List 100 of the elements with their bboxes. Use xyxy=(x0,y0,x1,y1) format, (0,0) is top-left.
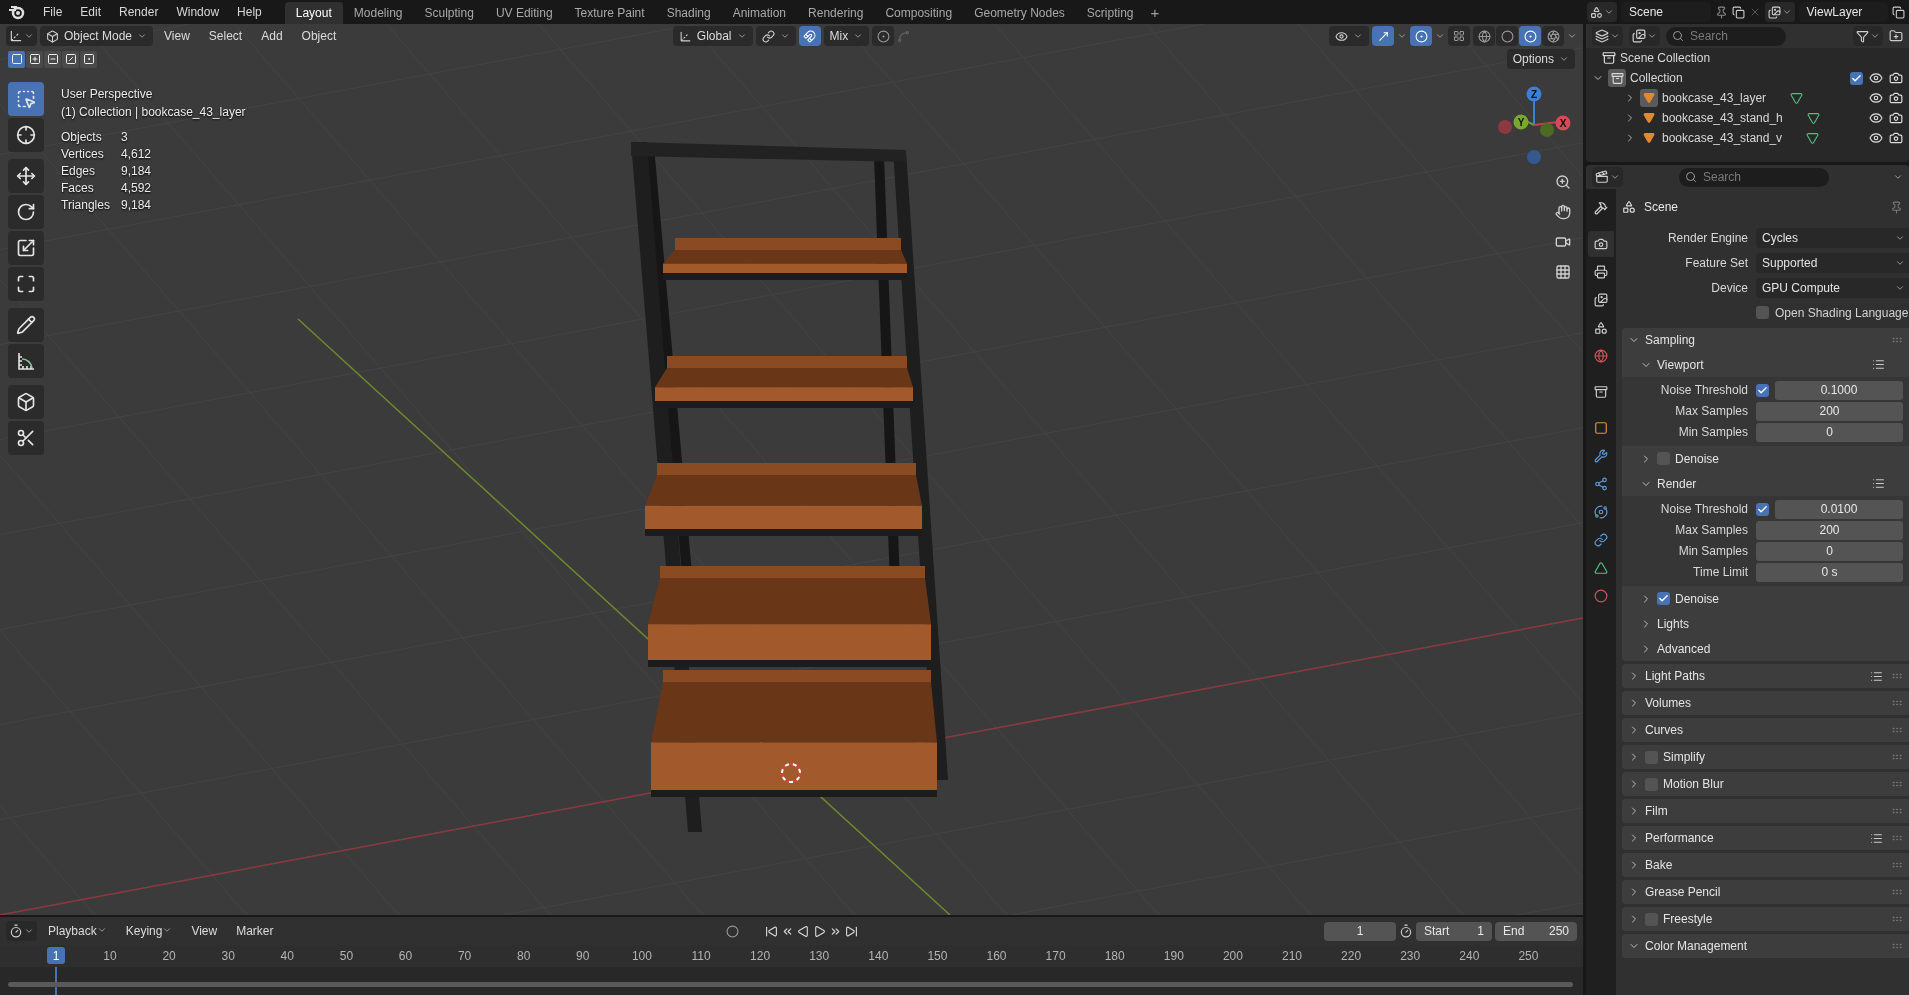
options-dropdown[interactable]: Options xyxy=(1506,49,1575,69)
menu-item[interactable]: Edit xyxy=(71,2,111,22)
field-label: Noise Threshold xyxy=(1659,502,1748,516)
frame-tick: 40 xyxy=(280,949,294,963)
workspace-tab[interactable]: Compositing xyxy=(874,2,964,24)
menu-item[interactable]: View xyxy=(156,26,198,46)
frame-tick: 20 xyxy=(162,949,176,963)
field-label: Max Samples xyxy=(1674,404,1748,418)
z-axis-label: Z xyxy=(1530,89,1538,100)
number-field[interactable]: 0 xyxy=(1756,422,1903,442)
field-label: Render Engine xyxy=(1666,230,1748,245)
outliner-row[interactable]: bookcase_43_layer xyxy=(1586,88,1909,108)
frame-tick: 10 xyxy=(103,949,117,963)
number-field[interactable]: 0 xyxy=(1756,541,1903,561)
add-workspace-button[interactable]: + xyxy=(1144,3,1166,21)
workspace-tab[interactable]: Sculpting xyxy=(413,2,485,24)
menu-item[interactable]: Keying xyxy=(117,921,181,941)
subpanel-header[interactable]: Render xyxy=(1622,471,1909,496)
menu-item[interactable]: Playback xyxy=(40,921,115,941)
stat-value: 3 xyxy=(121,129,129,145)
outliner-row[interactable]: bookcase_43_stand_h xyxy=(1586,108,1909,128)
start-frame-field[interactable]: Start 1 xyxy=(1416,921,1492,941)
frame-tick: 150 xyxy=(927,949,948,963)
frame-tick: 80 xyxy=(517,949,531,963)
outliner-row[interactable]: Collection xyxy=(1586,68,1909,88)
dropdown[interactable]: Supported xyxy=(1756,252,1909,273)
workspace-tab[interactable]: Modeling xyxy=(342,2,414,24)
frame-tick: 210 xyxy=(1282,949,1302,963)
number-field[interactable]: 0 s xyxy=(1756,562,1903,582)
menu-item[interactable]: Help xyxy=(228,2,271,22)
frame-tick: 180 xyxy=(1104,949,1125,963)
workspace-tab[interactable]: Scripting xyxy=(1075,2,1145,24)
x-axis-label: X xyxy=(1559,118,1567,129)
orientation-dropdown[interactable]: Global xyxy=(672,26,753,46)
dropdown[interactable]: GPU Compute xyxy=(1756,277,1909,298)
workspace-tab[interactable]: Animation xyxy=(721,2,798,24)
stat-value: 9,184 xyxy=(121,197,153,213)
mode-dropdown[interactable]: Object Mode xyxy=(40,26,154,46)
field-label: Min Samples xyxy=(1677,425,1748,439)
y-axis-label: Y xyxy=(1517,117,1525,128)
current-frame-field[interactable]: 1 xyxy=(1324,921,1396,941)
frame-tick: 70 xyxy=(457,949,472,963)
menu-item[interactable]: Select xyxy=(200,26,251,46)
playhead-frame[interactable]: 1 xyxy=(47,947,65,964)
frame-tick: 160 xyxy=(986,949,1007,963)
outliner-row[interactable]: bookcase_43_stand_v xyxy=(1586,128,1909,148)
frame-tick: 90 xyxy=(576,949,590,963)
frame-tick: 230 xyxy=(1400,949,1421,963)
subpanel-header[interactable]: Denoise xyxy=(1622,586,1909,611)
menu-item[interactable]: Marker xyxy=(228,921,282,941)
frame-tick: 120 xyxy=(750,949,771,963)
search-field[interactable]: Search xyxy=(1666,26,1786,46)
frame-tick: 110 xyxy=(691,949,711,963)
scene-name-field[interactable]: Scene xyxy=(1621,2,1711,22)
field-label: Max Samples xyxy=(1674,523,1748,537)
stat-label: Triangles xyxy=(61,197,111,213)
number-field[interactable]: 0.0100 xyxy=(1775,499,1903,519)
context-name: Scene xyxy=(1644,200,1679,214)
frame-tick: 240 xyxy=(1459,949,1480,963)
stat-label: Faces xyxy=(61,180,95,196)
frame-tick: 140 xyxy=(868,949,889,963)
workspace-tab[interactable]: UV Editing xyxy=(484,2,564,24)
frame-tick: 50 xyxy=(339,949,354,963)
search-field[interactable]: Search xyxy=(1679,167,1829,187)
workspace-tab[interactable]: Geometry Nodes xyxy=(963,2,1076,24)
view-layer-name-field[interactable]: ViewLayer xyxy=(1798,2,1888,22)
subpanel-header[interactable]: Lights xyxy=(1622,611,1909,636)
number-field[interactable]: 200 xyxy=(1756,520,1903,540)
menu-item[interactable]: Object xyxy=(293,26,345,46)
workspace-tab[interactable]: Rendering xyxy=(797,2,875,24)
workspace-tab[interactable]: Texture Paint xyxy=(563,2,656,24)
end-frame-field[interactable]: End 250 xyxy=(1495,921,1577,941)
number-field[interactable]: 0.1000 xyxy=(1775,380,1903,400)
workspace-tab[interactable]: Shading xyxy=(655,2,722,24)
menu-item[interactable]: Add xyxy=(253,26,291,46)
frame-tick: 200 xyxy=(1222,949,1243,963)
frame-tick: 60 xyxy=(398,949,413,963)
frame-tick: 100 xyxy=(631,949,652,963)
frame-tick: 130 xyxy=(809,949,830,963)
frame-tick: 220 xyxy=(1341,949,1362,963)
menu-item[interactable]: View xyxy=(183,921,226,941)
subpanel-header[interactable]: Viewport xyxy=(1622,352,1909,377)
snap-target-dropdown[interactable]: Mix xyxy=(823,26,870,46)
view-name: User Perspective xyxy=(61,86,154,103)
field-label: Feature Set xyxy=(1684,255,1748,270)
stat-value: 9,184 xyxy=(121,163,153,179)
menu-item[interactable]: Render xyxy=(110,2,168,22)
dropdown[interactable]: Cycles xyxy=(1756,227,1909,248)
workspace-tab[interactable]: Layout xyxy=(284,2,343,24)
frame-tick: 190 xyxy=(1163,949,1184,963)
outliner-row[interactable]: Scene Collection xyxy=(1586,48,1909,68)
subpanel-header[interactable]: Denoise xyxy=(1622,446,1909,471)
number-field[interactable]: 200 xyxy=(1756,401,1903,421)
subpanel-header[interactable]: Advanced xyxy=(1622,636,1909,661)
menu-item[interactable]: File xyxy=(34,2,72,22)
frame-tick: 170 xyxy=(1045,949,1066,963)
checkbox-label: Open Shading Language xyxy=(1775,305,1909,320)
field-label: Device xyxy=(1710,280,1748,295)
stat-label: Vertices xyxy=(61,146,105,162)
menu-item[interactable]: Window xyxy=(167,2,229,22)
